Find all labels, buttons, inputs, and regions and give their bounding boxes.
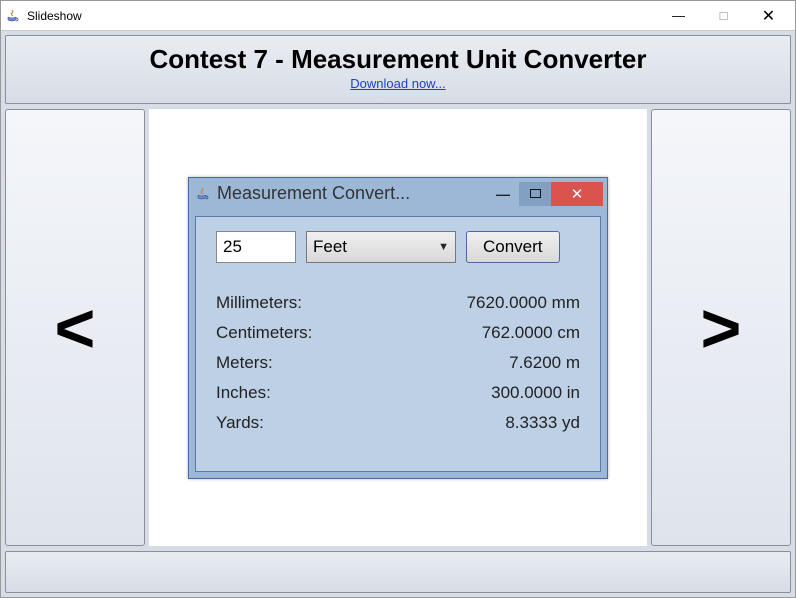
slide-area: Measurement Convert... — ✕ Feet	[149, 109, 647, 546]
inner-minimize-button[interactable]: —	[487, 182, 519, 206]
inner-maximize-button[interactable]	[519, 182, 551, 206]
close-button[interactable]: ✕	[746, 2, 791, 30]
result-label: Meters:	[216, 353, 273, 373]
inner-window: Measurement Convert... — ✕ Feet	[188, 177, 608, 479]
next-button[interactable]: >	[651, 109, 791, 546]
result-label: Millimeters:	[216, 293, 302, 313]
result-label: Yards:	[216, 413, 264, 433]
value-input[interactable]	[216, 231, 296, 263]
unit-selected-label: Feet	[313, 237, 347, 257]
header-panel: Contest 7 - Measurement Unit Converter D…	[5, 35, 791, 104]
inner-window-title: Measurement Convert...	[217, 183, 410, 204]
prev-button[interactable]: <	[5, 109, 145, 546]
result-row: Inches: 300.0000 in	[216, 383, 580, 403]
result-row: Meters: 7.6200 m	[216, 353, 580, 373]
inner-titlebar: Measurement Convert... — ✕	[189, 178, 607, 210]
result-label: Centimeters:	[216, 323, 312, 343]
result-value: 7620.0000 mm	[467, 293, 580, 313]
result-value: 762.0000 cm	[482, 323, 580, 343]
java-icon	[5, 8, 21, 24]
controls-row: Feet ▼ Convert	[216, 231, 580, 263]
result-row: Millimeters: 7620.0000 mm	[216, 293, 580, 313]
result-value: 7.6200 m	[509, 353, 580, 373]
convert-button[interactable]: Convert	[466, 231, 560, 263]
outer-window: Slideshow — □ ✕ Contest 7 - Measurement …	[0, 0, 796, 598]
result-value: 8.3333 yd	[505, 413, 580, 433]
unit-select[interactable]: Feet ▼	[306, 231, 456, 263]
minimize-button[interactable]: —	[656, 2, 701, 30]
result-row: Centimeters: 762.0000 cm	[216, 323, 580, 343]
chevron-down-icon: ▼	[438, 241, 449, 253]
slide-row: < Measurement Convert... —	[5, 109, 791, 546]
inner-close-button[interactable]: ✕	[551, 182, 603, 206]
app-body: Contest 7 - Measurement Unit Converter D…	[1, 31, 795, 597]
footer-panel	[5, 551, 791, 593]
result-label: Inches:	[216, 383, 271, 403]
maximize-icon	[530, 189, 541, 198]
java-icon	[195, 186, 211, 202]
result-value: 300.0000 in	[491, 383, 580, 403]
outer-window-title: Slideshow	[27, 9, 82, 23]
download-link[interactable]: Download now...	[350, 76, 445, 91]
inner-content: Feet ▼ Convert Millimeters: 7620.0000 mm	[195, 216, 601, 472]
maximize-button[interactable]: □	[701, 2, 746, 30]
outer-titlebar: Slideshow — □ ✕	[1, 1, 795, 31]
result-row: Yards: 8.3333 yd	[216, 413, 580, 433]
results-list: Millimeters: 7620.0000 mm Centimeters: 7…	[216, 293, 580, 433]
slide-title: Contest 7 - Measurement Unit Converter	[6, 44, 790, 75]
